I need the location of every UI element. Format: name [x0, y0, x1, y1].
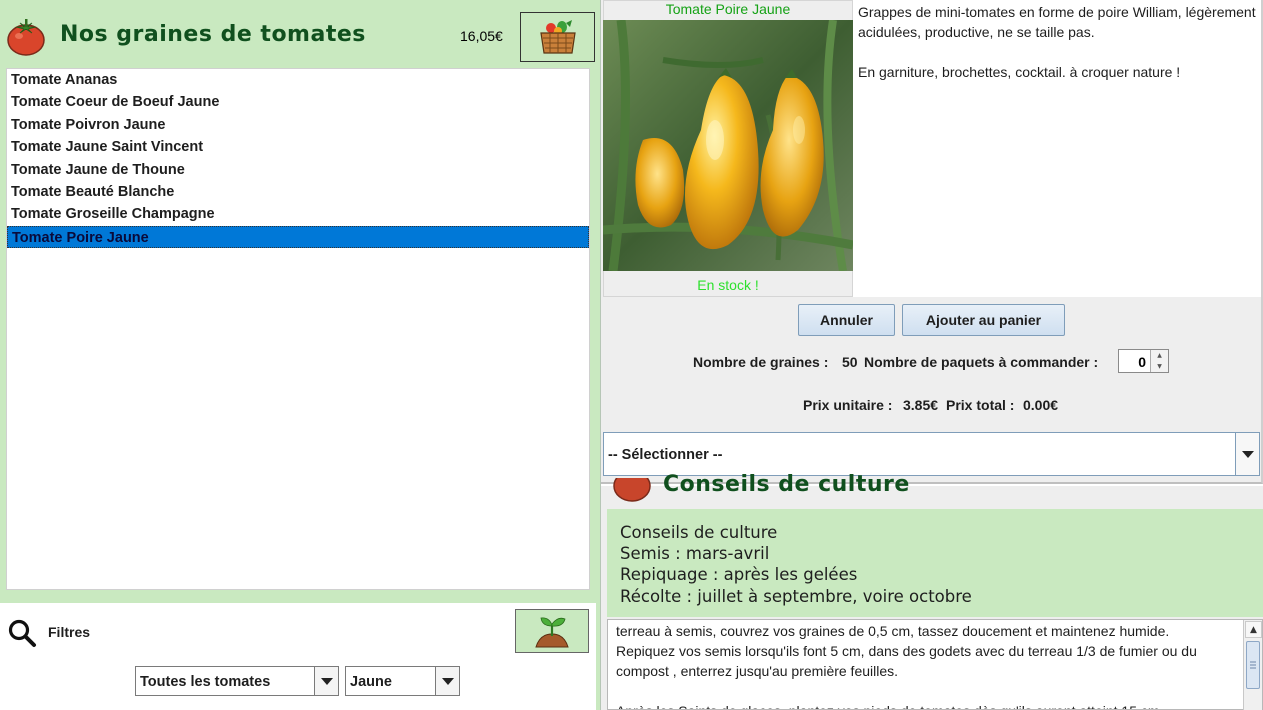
culture-recolte: Récolte : juillet à septembre, voire oct…: [620, 587, 972, 606]
unit-price-label: Prix unitaire :: [803, 397, 893, 413]
quantity-value[interactable]: 0: [1138, 354, 1146, 370]
culture-text: terreau à semis, couvrez vos graines de …: [616, 623, 1197, 709]
color-filter-value: Jaune: [350, 674, 392, 690]
cancel-button[interactable]: Annuler: [798, 304, 895, 336]
culture-text-area[interactable]: terreau à semis, couvrez vos graines de …: [607, 619, 1263, 710]
list-item[interactable]: Tomate Jaune de Thoune: [7, 159, 589, 181]
variety-select-value: -- Sélectionner --: [608, 447, 723, 463]
add-to-cart-button[interactable]: Ajouter au panier: [902, 304, 1065, 336]
filters-label: Filtres: [48, 624, 91, 640]
total-price-value: 0.00€: [1023, 397, 1059, 413]
seedling-icon: [535, 617, 569, 648]
search-icon[interactable]: [7, 618, 37, 648]
scrollbar-thumb[interactable]: [1246, 641, 1260, 689]
type-filter-value: Toutes les tomates: [140, 674, 271, 690]
decrement-icon[interactable]: ▼: [1151, 361, 1168, 372]
culture-heading: Conseils de culture: [620, 523, 778, 542]
stock-status: En stock !: [697, 277, 759, 293]
color-filter-select[interactable]: Jaune: [345, 666, 460, 696]
unit-price-value: 3.85€: [903, 397, 939, 413]
seeds-count-value: 50: [842, 354, 858, 370]
seeds-count-label: Nombre de graines :: [693, 354, 829, 370]
list-item[interactable]: Tomate Ananas: [7, 69, 589, 91]
vertical-scrollbar[interactable]: ▲: [1243, 620, 1262, 710]
total-price-label: Prix total :: [946, 397, 1015, 413]
product-name: Tomate Poire Jaune: [665, 1, 791, 17]
chevron-down-icon[interactable]: [1235, 433, 1259, 475]
quantity-stepper[interactable]: 0 ▲ ▼: [1118, 349, 1169, 373]
cart-button[interactable]: [520, 12, 595, 62]
page-title: Nos graines de tomates: [60, 22, 366, 47]
scroll-up-icon[interactable]: ▲: [1245, 621, 1262, 638]
product-image: [602, 19, 854, 272]
list-item-selected[interactable]: Tomate Poire Jaune: [7, 225, 589, 249]
list-item[interactable]: Tomate Groseille Champagne: [7, 203, 589, 225]
culture-repiquage: Repiquage : après les gelées: [620, 565, 858, 584]
tomato-list[interactable]: Tomate Ananas Tomate Coeur de Boeuf Jaun…: [6, 68, 590, 590]
tomato-icon: [612, 478, 652, 504]
cart-total: 16,05€: [460, 28, 503, 44]
list-item[interactable]: Tomate Coeur de Boeuf Jaune: [7, 91, 589, 113]
plant-button[interactable]: [515, 609, 589, 653]
list-item[interactable]: Tomate Beauté Blanche: [7, 181, 589, 203]
type-filter-select[interactable]: Toutes les tomates: [135, 666, 339, 696]
chevron-down-icon[interactable]: [314, 667, 338, 695]
packets-label: Nombre de paquets à commander :: [864, 354, 1099, 370]
variety-select[interactable]: -- Sélectionner --: [603, 432, 1260, 476]
product-description: Grappes de mini-tomates en forme de poir…: [858, 4, 1256, 80]
chevron-down-icon[interactable]: [435, 667, 459, 695]
list-item[interactable]: Tomate Jaune Saint Vincent: [7, 136, 589, 158]
tomato-icon: [6, 15, 46, 57]
culture-title: Conseils de culture: [663, 472, 910, 497]
culture-semis: Semis : mars-avril: [620, 544, 770, 563]
increment-icon[interactable]: ▲: [1151, 350, 1168, 361]
basket-icon: [539, 20, 576, 54]
list-item[interactable]: Tomate Poivron Jaune: [7, 114, 589, 136]
